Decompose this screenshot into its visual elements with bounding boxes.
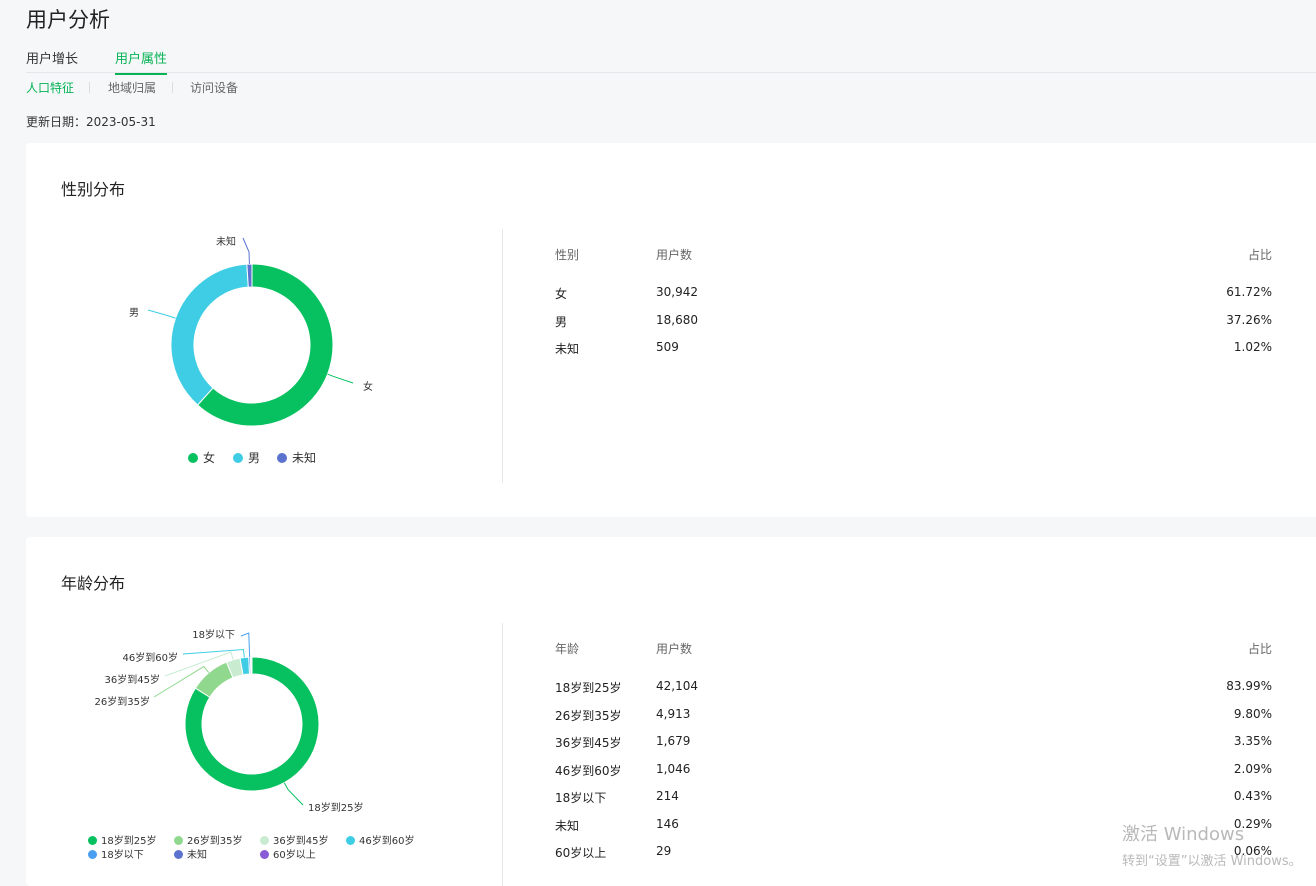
gender-header-users: 用户数 bbox=[656, 248, 693, 262]
gender-legend-item-0[interactable]: 女 bbox=[188, 449, 215, 466]
gender-slice-label-2: 未知 bbox=[216, 235, 236, 248]
age-label-line-0 bbox=[283, 782, 304, 806]
gender-slice-1[interactable] bbox=[170, 263, 249, 406]
age-row-6-ratio: 0.06% bbox=[1233, 844, 1272, 858]
age-legend-item-5[interactable]: 未知 bbox=[174, 846, 207, 861]
gender-divider bbox=[502, 229, 503, 483]
age-card: 年龄分布 18岁到25岁 26岁到35岁 36岁到45岁 46岁到60岁 18岁以下 1… bbox=[26, 537, 1316, 886]
age-row-6-category: 60岁以上 bbox=[555, 846, 607, 860]
gender-slice-2[interactable] bbox=[246, 263, 253, 288]
gender-header-category: 性别 bbox=[555, 248, 580, 262]
gender-donut-chart: 女 男 未知 bbox=[129, 235, 373, 427]
age-legend-dot-3 bbox=[346, 836, 355, 845]
age-row-3-ratio: 2.09% bbox=[1233, 761, 1272, 776]
age-row-2-category: 36岁到45岁 bbox=[555, 736, 622, 750]
age-legend-label-3: 46岁到60岁 bbox=[359, 836, 415, 847]
age-row-4-users: 214 bbox=[656, 789, 679, 803]
age-legend-item-2[interactable]: 36岁到45岁 bbox=[260, 832, 328, 847]
age-slice-label-3: 46岁到60岁 bbox=[123, 651, 178, 664]
age-header-users: 用户数 bbox=[656, 642, 693, 656]
gender-legend-label-2: 未知 bbox=[292, 451, 317, 465]
age-legend-dot-2 bbox=[260, 836, 269, 845]
age-legend-dot-1 bbox=[174, 836, 183, 845]
age-legend-dot-5 bbox=[174, 850, 183, 859]
age-divider bbox=[502, 623, 503, 886]
age-slice-label-0: 18岁到25岁 bbox=[308, 801, 363, 814]
gender-slice-label-1: 男 bbox=[129, 307, 139, 319]
age-row-6-users: 29 bbox=[656, 844, 672, 858]
age-legend-item-1[interactable]: 26岁到35岁 bbox=[174, 832, 242, 847]
age-legend-item-6[interactable]: 60岁以上 bbox=[260, 846, 316, 861]
gender-row-1-category: 男 bbox=[555, 314, 568, 329]
gender-row-2-category: 未知 bbox=[555, 342, 580, 356]
age-slice-label-4: 18岁以下 bbox=[192, 628, 235, 641]
age-legend-dot-4 bbox=[88, 850, 97, 859]
gender-legend-item-2[interactable]: 未知 bbox=[277, 449, 316, 466]
gender-row-1-users: 18,680 bbox=[656, 312, 698, 327]
age-row-2-users: 1,679 bbox=[656, 734, 691, 748]
gender-legend-dot-1 bbox=[233, 453, 243, 463]
gender-legend-label-0: 女 bbox=[203, 451, 216, 465]
gender-card: 性别分布 女男未知 女男未知 性别 用户数 占比 女 30,942 61.72% 男 1… bbox=[26, 143, 1316, 517]
tab-user-attributes[interactable]: 用户属性 bbox=[115, 48, 168, 75]
update-date-label: 更新日期： bbox=[26, 115, 87, 129]
gender-row-0-ratio: 61.72% bbox=[1226, 285, 1272, 299]
age-label-line-4 bbox=[240, 632, 251, 658]
gender-header-ratio: 占比 bbox=[1247, 248, 1272, 262]
subtab-devices[interactable]: 访问设备 bbox=[190, 79, 238, 96]
age-row-4-category: 18岁以下 bbox=[555, 791, 607, 805]
age-row-3-users: 1,046 bbox=[656, 761, 691, 776]
page-title: 用户分析 bbox=[26, 8, 110, 32]
gender-row-2-ratio: 1.02% bbox=[1233, 340, 1272, 354]
gender-row-0-users: 30,942 bbox=[656, 285, 698, 299]
age-legend-label-4: 18岁以下 bbox=[101, 850, 144, 861]
age-row-3-category: 46岁到60岁 bbox=[555, 763, 622, 778]
age-header-ratio: 占比 bbox=[1247, 642, 1272, 656]
age-legend-label-6: 60岁以上 bbox=[273, 850, 316, 861]
age-label-line-3 bbox=[182, 648, 245, 658]
age-legend-item-3[interactable]: 46岁到60岁 bbox=[346, 832, 414, 847]
age-row-0-ratio: 83.99% bbox=[1226, 679, 1272, 693]
gender-label-line-2 bbox=[242, 237, 250, 265]
subtab-region[interactable]: 地域归属 bbox=[108, 79, 156, 96]
age-row-2-ratio: 3.35% bbox=[1233, 734, 1272, 748]
age-row-1-users: 4,913 bbox=[656, 706, 691, 721]
main-tabs: 用户增长 用户属性 bbox=[26, 48, 1316, 75]
age-row-5-users: 146 bbox=[656, 816, 679, 831]
gender-label-line-1 bbox=[147, 309, 176, 319]
subtab-demographics[interactable]: 人口特征 bbox=[26, 79, 74, 96]
age-row-5-category: 未知 bbox=[555, 818, 580, 833]
age-row-4-ratio: 0.43% bbox=[1233, 789, 1272, 803]
age-row-5-ratio: 0.29% bbox=[1233, 816, 1272, 831]
gender-legend-dot-0 bbox=[188, 453, 198, 463]
gender-row-2-users: 509 bbox=[656, 340, 679, 354]
age-slice-1[interactable] bbox=[194, 661, 234, 698]
gender-label-line-0 bbox=[327, 373, 354, 384]
age-header-category: 年龄 bbox=[555, 642, 580, 656]
gender-slice-label-0: 女 bbox=[363, 380, 373, 393]
age-slice-label-1: 26岁到35岁 bbox=[95, 695, 150, 708]
age-legend-dot-0 bbox=[88, 836, 97, 845]
gender-legend-label-1: 男 bbox=[248, 451, 261, 465]
update-date-value: 2023-05-31 bbox=[86, 115, 156, 129]
age-row-0-users: 42,104 bbox=[656, 679, 698, 693]
subtab-divider bbox=[172, 82, 173, 93]
gender-row-1-ratio: 37.26% bbox=[1226, 312, 1272, 327]
age-legend-label-5: 未知 bbox=[187, 850, 207, 861]
gender-legend-item-1[interactable]: 男 bbox=[233, 449, 260, 466]
age-legend-item-4[interactable]: 18岁以下 bbox=[88, 846, 144, 861]
age-legend-item-0[interactable]: 18岁到25岁 bbox=[88, 832, 156, 847]
update-date: 更新日期：2023-05-31 bbox=[26, 113, 156, 130]
gender-legend-dot-2 bbox=[277, 453, 287, 463]
age-row-1-ratio: 9.80% bbox=[1233, 706, 1272, 721]
age-row-1-category: 26岁到35岁 bbox=[555, 708, 622, 723]
tab-user-growth[interactable]: 用户增长 bbox=[26, 48, 78, 73]
subtab-divider bbox=[89, 82, 90, 93]
gender-row-0-category: 女 bbox=[555, 287, 568, 301]
age-legend-dot-6 bbox=[260, 850, 269, 859]
age-row-0-category: 18岁到25岁 bbox=[555, 681, 622, 695]
age-slice-label-2: 36岁到45岁 bbox=[105, 673, 160, 686]
